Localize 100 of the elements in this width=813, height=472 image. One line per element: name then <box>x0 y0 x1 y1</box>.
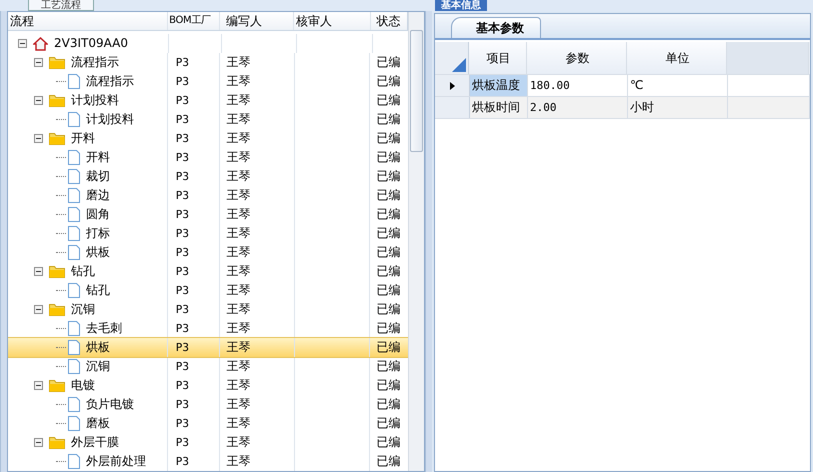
tree-row[interactable]: 电镀 P3 王琴 已编 <box>8 376 408 395</box>
tree-node-label: 计划投料 <box>71 92 119 109</box>
folder-icon <box>49 56 65 69</box>
document-icon <box>68 188 80 203</box>
tree-row[interactable]: 流程指示 P3 王琴 已编 <box>8 53 408 72</box>
document-icon <box>68 359 80 374</box>
tree-row[interactable]: 钻孔 P3 王琴 已编 <box>8 262 408 281</box>
table-cell-text: 已编 <box>375 301 402 318</box>
vertical-scrollbar[interactable] <box>408 12 424 471</box>
grid-row[interactable]: 烘板时间 2.00 小时 <box>435 97 810 119</box>
tree-row[interactable]: 外层前处理 P3 王琴 已编 <box>8 452 408 471</box>
table-cell: 王琴 <box>220 262 295 281</box>
column-header[interactable]: 参数 <box>527 42 627 74</box>
collapse-toggle-icon[interactable] <box>18 39 27 48</box>
tree-node-label: 沉铜 <box>86 358 110 375</box>
table-cell-text: 已编 <box>375 263 402 280</box>
document-icon <box>68 340 80 355</box>
current-row-icon <box>450 82 454 90</box>
tree-node-label: 磨板 <box>86 415 110 432</box>
table-cell: P3 <box>168 205 220 224</box>
tree-node-label: 磨边 <box>86 187 110 204</box>
table-cell: 王琴 <box>220 300 295 319</box>
tree-node-label: 外层前处理 <box>86 453 146 470</box>
tree-node-label: 流程指示 <box>71 54 119 71</box>
table-cell-text: 已编 <box>375 339 402 356</box>
tree-row[interactable]: 磨边 P3 王琴 已编 <box>8 186 408 205</box>
splitter-handle[interactable] <box>425 11 432 472</box>
tree-row[interactable]: 开料 P3 王琴 已编 <box>8 129 408 148</box>
column-header[interactable]: BOM工厂 <box>168 12 220 30</box>
column-header[interactable]: 核审人 <box>294 12 371 30</box>
collapse-toggle-icon[interactable] <box>34 381 43 390</box>
corner-triangle-icon <box>452 58 466 72</box>
collapse-toggle-icon[interactable] <box>34 96 43 105</box>
basic-params-tab[interactable]: 基本参数 <box>451 17 541 38</box>
tree-node-label: 流程指示 <box>86 73 134 90</box>
tree-row[interactable]: 烘板 P3 王琴 已编 <box>8 338 408 357</box>
column-header[interactable]: 项目 <box>469 42 527 74</box>
document-icon <box>68 169 80 184</box>
table-cell-text: 已编 <box>375 415 402 432</box>
tree-row[interactable]: 打标 P3 王琴 已编 <box>8 224 408 243</box>
table-cell: P3 <box>168 262 220 281</box>
collapse-toggle-icon[interactable] <box>34 267 43 276</box>
table-cell: P3 <box>168 338 220 357</box>
table-cell: P3 <box>168 243 220 262</box>
splitter-handle[interactable] <box>0 11 7 472</box>
folder-icon <box>49 94 65 107</box>
table-cell: P3 <box>168 224 220 243</box>
document-icon <box>68 416 80 431</box>
table-cell: P3 <box>168 53 220 72</box>
table-cell-text: 已编 <box>375 168 402 185</box>
tree-row[interactable]: 磨板 P3 王琴 已编 <box>8 414 408 433</box>
table-cell: P3 <box>168 414 220 433</box>
table-cell-text: 已编 <box>375 206 402 223</box>
table-cell-text: 已编 <box>375 73 402 90</box>
collapse-toggle-icon[interactable] <box>34 134 43 143</box>
document-icon <box>68 283 80 298</box>
table-cell-text: 已编 <box>375 111 402 128</box>
table-cell: 王琴 <box>220 205 295 224</box>
table-cell-text: 已编 <box>375 225 402 242</box>
column-header[interactable]: 流程 <box>8 12 168 30</box>
table-cell: P3 <box>168 91 220 110</box>
collapse-toggle-icon[interactable] <box>34 438 43 447</box>
tree-row[interactable]: 裁切 P3 王琴 已编 <box>8 167 408 186</box>
document-icon <box>68 150 80 165</box>
row-header[interactable] <box>435 75 470 96</box>
tree-row[interactable]: 开料 P3 王琴 已编 <box>8 148 408 167</box>
collapse-toggle-icon[interactable] <box>34 58 43 67</box>
tree-node-label: 沉铜 <box>71 301 95 318</box>
table-cell-text: 已编 <box>375 187 402 204</box>
tree-node-label: 去毛刺 <box>86 320 122 337</box>
table-cell: 王琴 <box>220 281 295 300</box>
tree-row[interactable]: 流程指示 P3 王琴 已编 <box>8 72 408 91</box>
tree-node-label: 圆角 <box>86 206 110 223</box>
table-cell: 王琴 <box>220 129 295 148</box>
document-icon <box>68 74 80 89</box>
tree-row[interactable]: 计划投料 P3 王琴 已编 <box>8 110 408 129</box>
tree-node-label: 钻孔 <box>86 282 110 299</box>
column-header[interactable]: 编写人 <box>220 12 294 30</box>
table-cell: ℃ <box>628 75 728 96</box>
column-header[interactable]: 单位 <box>627 42 727 74</box>
tree-row[interactable]: 2V3IT09AA0 <box>8 34 408 53</box>
table-cell: 王琴 <box>220 148 295 167</box>
tree-row[interactable]: 圆角 P3 王琴 已编 <box>8 205 408 224</box>
table-cell-text: 已编 <box>375 92 402 109</box>
table-cell: 180.00 <box>528 75 628 96</box>
tree-row[interactable]: 负片电镀 P3 王琴 已编 <box>8 395 408 414</box>
collapse-toggle-icon[interactable] <box>34 305 43 314</box>
table-cell: 王琴 <box>220 186 295 205</box>
tree-row[interactable]: 计划投料 P3 王琴 已编 <box>8 91 408 110</box>
table-cell: P3 <box>168 110 220 129</box>
tree-row[interactable]: 烘板 P3 王琴 已编 <box>8 243 408 262</box>
tree-node-label: 开料 <box>71 130 95 147</box>
folder-icon <box>49 132 65 145</box>
tree-row[interactable]: 沉铜 P3 王琴 已编 <box>8 357 408 376</box>
tree-row[interactable]: 外层干膜 P3 王琴 已编 <box>8 433 408 452</box>
table-cell: 王琴 <box>220 395 295 414</box>
tree-row[interactable]: 沉铜 P3 王琴 已编 <box>8 300 408 319</box>
table-cell: 王琴 <box>220 414 295 433</box>
table-cell: 王琴 <box>220 433 295 452</box>
tree-row[interactable]: 钻孔 P3 王琴 已编 <box>8 281 408 300</box>
